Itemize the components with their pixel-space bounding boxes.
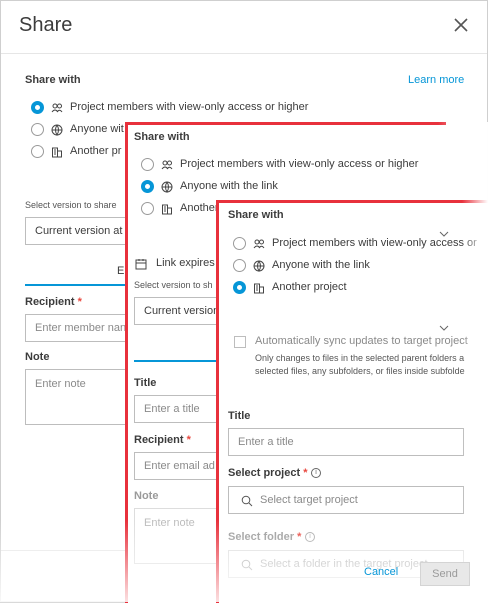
folder-search-placeholder: Select a folder in the target project — [260, 558, 428, 570]
send-button[interactable]: Send — [420, 562, 470, 586]
sync-description-2: selected files, any subfolders, or files… — [255, 366, 465, 376]
overlay1-recipient-placeholder: Enter email ad — [144, 460, 215, 472]
overlay1-link-expires[interactable]: Link expires — [156, 257, 215, 269]
overlay1-tab-underline — [134, 360, 224, 362]
select-project-label: Select project * — [228, 467, 308, 479]
chevron-down-icon[interactable] — [439, 325, 449, 331]
globe-icon — [51, 124, 63, 136]
tab-label-partial[interactable]: E — [117, 265, 124, 277]
globe-icon — [161, 181, 173, 193]
select-version-label: Select version to share — [25, 200, 117, 210]
note-textarea[interactable]: Enter note — [25, 369, 135, 425]
calendar-icon — [135, 259, 147, 270]
building-icon — [162, 204, 172, 215]
overlay2-fade — [462, 200, 488, 600]
overlay2-radio-project-members[interactable] — [233, 237, 246, 250]
sync-checkbox[interactable] — [234, 336, 246, 348]
globe-icon — [253, 260, 265, 272]
recipient-placeholder: Enter member nan — [35, 322, 127, 334]
overlay1-radio-anyone-link[interactable] — [141, 180, 154, 193]
radio-project-members[interactable] — [31, 101, 44, 114]
overlay1-radio-project-members[interactable] — [141, 158, 154, 171]
close-icon[interactable] — [449, 13, 473, 37]
option-project-members: Project members with view-only access or… — [70, 101, 309, 113]
option-anyone-link: Anyone wit — [70, 123, 124, 135]
dialog-header: Share — [1, 1, 487, 54]
overlay2-title-placeholder: Enter a title — [238, 436, 294, 448]
cancel-button[interactable]: Cancel — [364, 566, 398, 578]
overlay2-title-label: Title — [228, 410, 251, 422]
overlay1-note-label: Note — [134, 490, 159, 502]
overlay1-title-placeholder: Enter a title — [144, 403, 200, 415]
sync-description-1: Only changes to files in the selected pa… — [255, 353, 465, 363]
overlay1-note-placeholder: Enter note — [144, 517, 195, 529]
overlay1-select-version-label: Select version to sh — [134, 280, 213, 290]
overlay1-recipient-label: Recipient * — [134, 434, 191, 446]
search-icon — [241, 559, 253, 571]
note-placeholder: Enter note — [35, 378, 86, 390]
overlay2-option-project-members: Project members with view-only access or — [272, 237, 477, 249]
overlay2-option-anyone-link: Anyone with the link — [272, 259, 370, 271]
overlay2-share-with-label: Share with — [228, 209, 284, 221]
chevron-down-icon[interactable] — [439, 231, 449, 237]
overlay2-option-another-project: Another project — [272, 281, 347, 293]
active-tab-underline — [25, 284, 135, 286]
overlay2-title-input[interactable]: Enter a title — [228, 428, 464, 456]
recipient-input[interactable]: Enter member nan — [25, 314, 135, 342]
sync-label: Automatically sync updates to target pro… — [255, 335, 468, 347]
people-icon — [161, 160, 173, 170]
share-with-label: Share with — [25, 74, 81, 86]
dialog-title: Share — [19, 14, 73, 36]
overlay1-title-label: Title — [134, 377, 157, 389]
radio-anyone-link[interactable] — [31, 123, 44, 136]
people-icon — [253, 239, 265, 249]
overlay1-share-with-label: Share with — [134, 131, 190, 143]
version-select[interactable]: Current version at — [25, 217, 135, 245]
project-search-placeholder: Select target project — [260, 494, 358, 506]
people-icon — [51, 103, 63, 113]
info-icon[interactable]: i — [311, 468, 321, 478]
overlay2-radio-another-project[interactable] — [233, 281, 246, 294]
option-another-project: Another pr — [70, 145, 122, 157]
project-search-input[interactable]: Select target project — [228, 486, 464, 514]
overlay1-option-project-members: Project members with view-only access or… — [180, 158, 419, 170]
select-folder-label: Select folder * — [228, 531, 302, 543]
overlay1-option-anyone-link: Anyone with the link — [180, 180, 278, 192]
overlay2-radio-anyone-link[interactable] — [233, 259, 246, 272]
info-icon[interactable]: i — [305, 532, 315, 542]
overlay1-version-value: Current version — [144, 305, 220, 317]
overlay1-radio-another-project[interactable] — [141, 202, 154, 215]
building-icon — [254, 283, 264, 294]
learn-more-link[interactable]: Learn more — [408, 74, 464, 86]
building-icon — [52, 147, 62, 158]
search-icon — [241, 495, 253, 507]
note-label: Note — [25, 351, 50, 363]
overlay-another-project-panel: Share with Project members with view-onl… — [216, 200, 488, 603]
recipient-label: Recipient * — [25, 296, 82, 308]
overlay1-option-another-project: Another — [180, 202, 219, 214]
version-value: Current version at — [35, 225, 123, 237]
radio-another-project[interactable] — [31, 145, 44, 158]
